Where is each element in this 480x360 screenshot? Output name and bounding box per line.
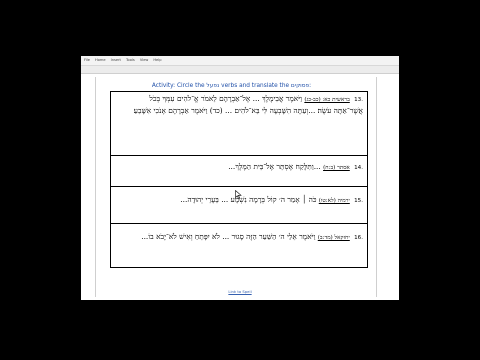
row-content: 13. בראשית כא: (כב-כג) וַיֹּאמֶר אֲבִימֶ… [123,94,363,116]
exercise-row-16: 16. יחזקאל (מד:ב) וַיֹּאמֶר אֵלַי ה׳ הַש… [111,224,367,267]
activity-middle: נפעל [206,83,220,89]
mouse-cursor-icon [235,190,242,199]
footer-link[interactable]: Link to Spell [81,289,399,294]
row-content: 16. יחזקאל (מד:ב) וַיֹּאמֶר אֵלַי ה׳ הַש… [123,232,363,244]
menu-insert[interactable]: Insert [111,56,121,65]
activity-rest: verbs and translate the [221,83,290,89]
verse-text: וַיֹּאמֶר אֵלַי ה׳ הַשַּׁעַר הַזֶּה סָגו… [141,232,316,241]
verse-text: כֹּה ׀ אָמַר ה׳ קוֹל בְּרָמָה נִשְׁמָע .… [180,195,317,204]
activity-suffix: פסוקים: [290,83,312,89]
editor-window: File Home Insert Tools View Help Activit… [81,56,399,300]
source-ref: ירמיה (לא:טו) [318,198,350,204]
exercise-row-14: 14. אסתר (ב:ח) ...וַתִּלָּקַח אֶסְתֵּר א… [111,156,367,187]
page-sheet: Activity: Circle the נפעל verbs and tran… [95,77,377,297]
menu-help[interactable]: Help [153,56,161,65]
menu-view[interactable]: View [140,56,149,65]
document-area: Activity: Circle the נפעל verbs and tran… [81,74,399,300]
verse-text: ...וַתִּלָּקַח אֶסְתֵּר אֶל־בֵּית הַמֶּל… [228,162,321,171]
row-number: 16. [354,235,363,241]
menu-tools[interactable]: Tools [126,56,135,65]
source-ref: יחזקאל (מד:ב) [317,235,350,241]
activity-header: Activity: Circle the נפעל verbs and tran… [109,81,354,91]
exercise-row-13: 13. בראשית כא: (כב-כג) וַיֹּאמֶר אֲבִימֶ… [111,92,367,156]
row-content: 15. ירמיה (לא:טו) כֹּה ׀ אָמַר ה׳ קוֹל ב… [123,195,363,207]
row-content: 14. אסתר (ב:ח) ...וַתִּלָּקַח אֶסְתֵּר א… [123,162,363,174]
source-ref: בראשית כא: (כב-כג) [304,97,350,103]
menu-file[interactable]: File [84,56,90,65]
activity-prefix: Activity: Circle the [151,83,205,89]
toolbar [81,66,399,74]
source-ref: אסתר (ב:ח) [323,165,350,171]
exercise-table: 13. בראשית כא: (כב-כג) וַיֹּאמֶר אֲבִימֶ… [110,91,368,268]
row-number: 15. [354,198,363,204]
row-number: 14. [354,165,363,171]
menu-home[interactable]: Home [95,56,106,65]
row-number: 13. [354,97,363,103]
menu-bar: File Home Insert Tools View Help [81,56,399,66]
